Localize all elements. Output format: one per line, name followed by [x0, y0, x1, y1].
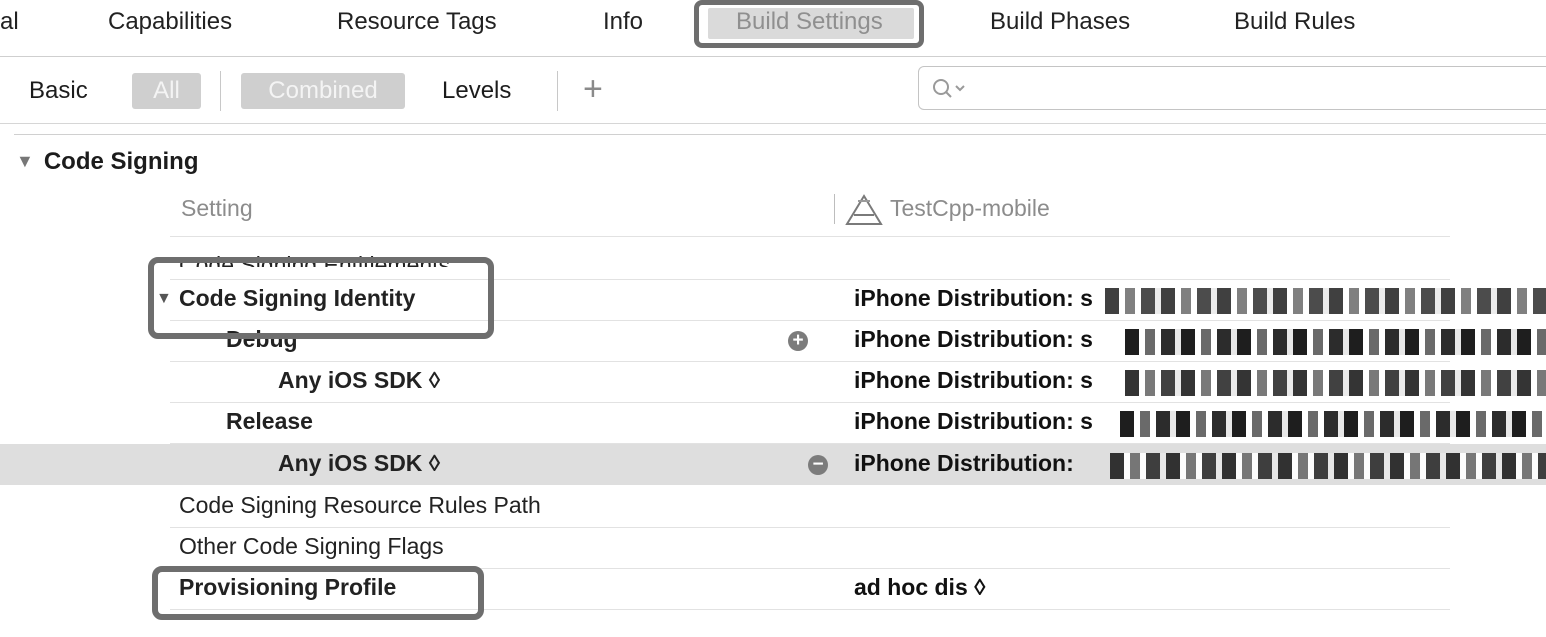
redacted-value	[1120, 411, 1546, 437]
column-header-setting: Setting	[181, 195, 253, 221]
redacted-value	[1105, 288, 1546, 314]
setting-value[interactable]: iPhone Distribution: s	[854, 408, 1093, 435]
tab-resource-tags[interactable]: Resource Tags	[337, 8, 497, 36]
column-divider	[834, 194, 835, 224]
tab-build-rules[interactable]: Build Rules	[1234, 8, 1355, 36]
tab-capabilities[interactable]: Capabilities	[108, 8, 232, 36]
redacted-value	[1125, 329, 1546, 355]
column-header-target: TestCpp-mobile	[890, 195, 1050, 221]
setting-value[interactable]: iPhone Distribution: s	[854, 285, 1093, 312]
tab-info[interactable]: Info	[603, 8, 643, 36]
disclosure-triangle-icon[interactable]: ▼	[16, 151, 34, 172]
add-setting-button[interactable]: +	[583, 69, 603, 109]
remove-condition-icon[interactable]: −	[808, 455, 828, 475]
all-button[interactable]: All	[132, 73, 201, 109]
section-header-code-signing[interactable]: ▼ Code Signing	[16, 148, 198, 176]
code-signing-identity-highlight	[148, 257, 494, 339]
tab-build-phases[interactable]: Build Phases	[990, 8, 1130, 36]
section-title: Code Signing	[43, 148, 199, 175]
editor-tab-bar: al Capabilities Resource Tags Info Build…	[0, 0, 1546, 57]
setting-value[interactable]: iPhone Distribution: s	[854, 326, 1093, 353]
divider	[557, 71, 558, 111]
header-rule	[170, 236, 1450, 237]
tab-general[interactable]: al	[0, 8, 19, 36]
xcode-target-icon	[845, 194, 883, 225]
setting-row-other-flags[interactable]: Other Code Signing Flags	[170, 527, 1450, 569]
search-field[interactable]	[918, 66, 1546, 110]
setting-label: Release	[226, 408, 313, 434]
build-settings-highlight	[694, 0, 924, 48]
filter-bar: Basic All Combined Levels +	[0, 57, 1546, 124]
setting-label: Any iOS SDK ◊	[278, 450, 441, 476]
search-icon	[933, 79, 965, 98]
divider	[14, 134, 1546, 135]
setting-label: Code Signing Resource Rules Path	[179, 492, 541, 518]
setting-row-resource-rules-path[interactable]: Code Signing Resource Rules Path	[170, 486, 1450, 528]
combined-button[interactable]: Combined	[241, 73, 405, 109]
setting-label: Other Code Signing Flags	[179, 533, 444, 559]
redacted-value	[1110, 453, 1546, 479]
basic-button[interactable]: Basic	[29, 73, 88, 109]
setting-value[interactable]: iPhone Distribution:	[854, 450, 1074, 477]
setting-value[interactable]: iPhone Distribution: s	[854, 367, 1093, 394]
provisioning-profile-highlight	[152, 566, 484, 620]
setting-label: Any iOS SDK ◊	[278, 367, 441, 393]
levels-button[interactable]: Levels	[442, 73, 511, 109]
redacted-value	[1125, 370, 1546, 396]
setting-value[interactable]: ad hoc dis ◊	[854, 574, 986, 601]
divider	[220, 71, 221, 111]
add-condition-icon[interactable]: +	[788, 331, 808, 351]
